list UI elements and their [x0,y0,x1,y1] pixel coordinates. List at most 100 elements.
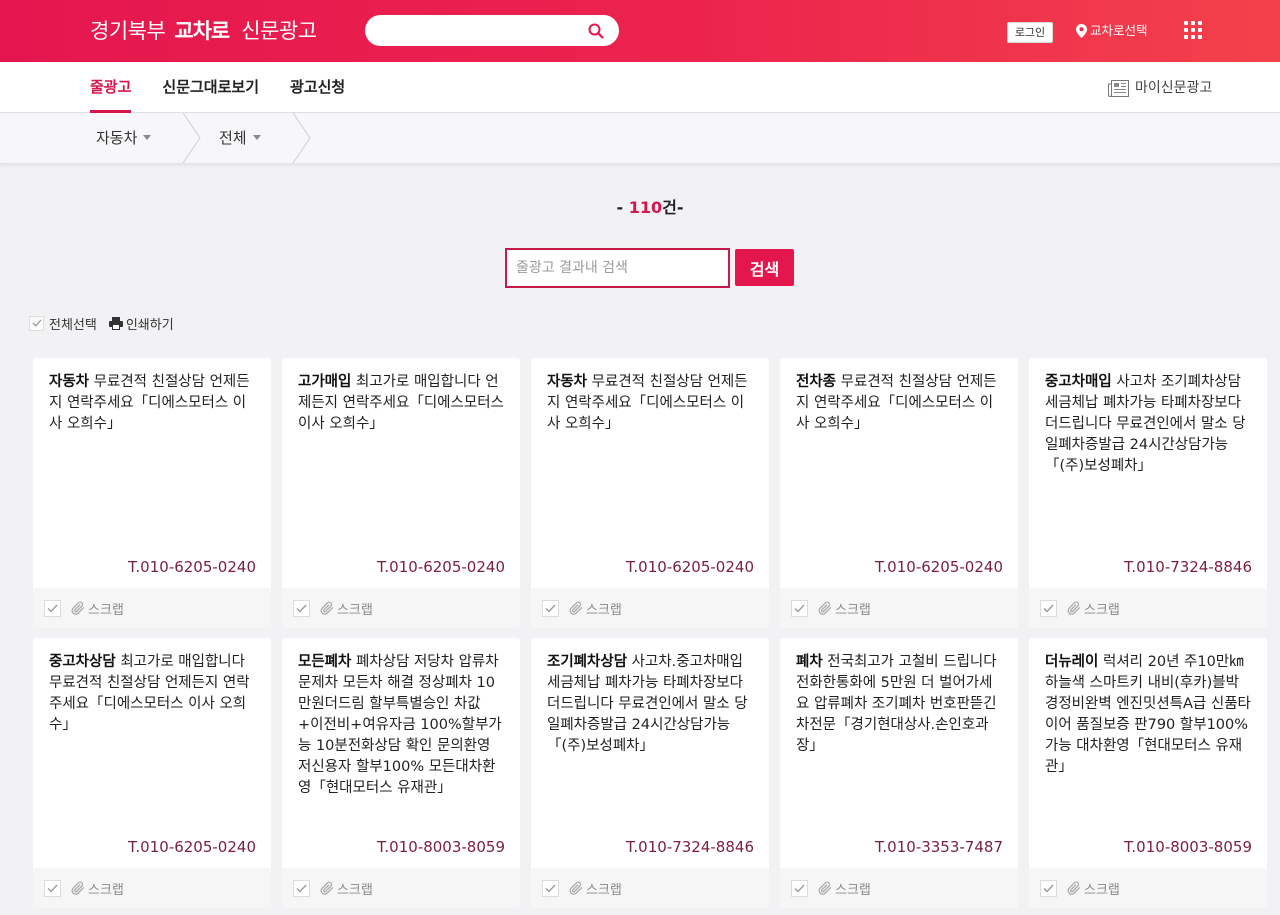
ad-text: 중고차상담 최고가로 매입합니다 무료견적 친절상담 언제든지 연락 주세요「디… [49,652,256,736]
my-newspaper-ads-link[interactable]: 마이신문광고 [1108,78,1212,98]
ad-card[interactable]: 중고차매입 사고차 조기폐차상담 세금체납 폐차가능 타폐차장보다 더드립니다 … [1029,358,1267,628]
select-all-checkbox[interactable] [29,315,44,331]
check-icon [545,884,556,893]
ad-select-checkbox[interactable] [542,879,559,897]
breadcrumb-subcategory-dropdown[interactable]: 전체 [219,113,261,163]
ad-phone[interactable]: T.010-6205-0240 [377,557,505,577]
scrap-button[interactable]: 스크랩 [320,599,373,618]
ad-select-checkbox[interactable] [1040,879,1057,897]
ad-card[interactable]: 전차종 무료견적 친절상담 언제든지 연락주세요「디에스모터스 이사 오희수」 … [780,358,1018,628]
result-search-input[interactable] [505,248,730,288]
ad-category: 고가매입 [298,374,352,390]
ad-phone[interactable]: T.010-7324-8846 [1124,557,1252,577]
result-count-prefix: - [616,198,629,217]
map-pin-icon [1076,24,1087,38]
ad-card[interactable]: 중고차상담 최고가로 매입합니다 무료견적 친절상담 언제든지 연락 주세요「디… [33,638,271,908]
ad-card-footer: 스크랩 [1029,588,1267,628]
ad-card-body[interactable]: 고가매입 최고가로 매입합니다 언제든지 연락주세요「디에스모터스 이사 오희수… [282,358,520,588]
ad-card-body[interactable]: 폐차 전국최고가 고철비 드립니다 전화한통화에 5만원 더 벌어가세요 압류폐… [780,638,1018,868]
ad-card-footer: 스크랩 [282,868,520,908]
ad-phone[interactable]: T.010-8003-8059 [377,837,505,857]
ad-phone[interactable]: T.010-6205-0240 [626,557,754,577]
paperclip-icon [569,881,583,895]
scrap-button[interactable]: 스크랩 [1067,879,1120,898]
scrap-button[interactable]: 스크랩 [71,879,124,898]
page: 경기북부 교차로 신문광고 로그인 교차로선택 줄광고 신문그대로보기 광고신청 마… [0,0,1280,915]
breadcrumb-subcategory-label: 전체 [219,129,247,147]
ad-select-checkbox[interactable] [1040,599,1057,617]
ad-card[interactable]: 자동차 무료견적 친절상담 언제든지 연락주세요「디에스모터스 이사 오희수」 … [33,358,271,628]
scrap-label: 스크랩 [586,602,622,618]
ad-select-checkbox[interactable] [44,879,61,897]
ad-card[interactable]: 폐차 전국최고가 고철비 드립니다 전화한통화에 5만원 더 벌어가세요 압류폐… [780,638,1018,908]
scrap-label: 스크랩 [1084,882,1120,898]
ad-card-body[interactable]: 모든폐차 폐차상담 저당차 압류차 문제차 모든차 해결 정상폐차 10만원더드… [282,638,520,868]
grid-menu-icon[interactable] [1184,21,1202,39]
paperclip-icon [71,881,85,895]
result-count-suffix: 건- [662,198,684,217]
scrap-button[interactable]: 스크랩 [818,599,871,618]
ad-phone[interactable]: T.010-6205-0240 [875,557,1003,577]
ad-card-footer: 스크랩 [33,588,271,628]
ad-phone[interactable]: T.010-7324-8846 [626,837,754,857]
scrap-button[interactable]: 스크랩 [818,879,871,898]
ad-text: 전차종 무료견적 친절상담 언제든지 연락주세요「디에스모터스 이사 오희수」 [796,372,1003,435]
scrap-button[interactable]: 스크랩 [569,879,622,898]
scrap-label: 스크랩 [586,882,622,898]
ad-select-checkbox[interactable] [791,599,808,617]
ad-card-body[interactable]: 더뉴레이 럭셔리 20년 주10만㎞ 하늘색 스마트키 내비(후카)블박 경정비… [1029,638,1267,868]
ad-text: 폐차 전국최고가 고철비 드립니다 전화한통화에 5만원 더 벌어가세요 압류폐… [796,652,1003,757]
ad-phone[interactable]: T.010-6205-0240 [128,557,256,577]
breadcrumb-category-label: 자동차 [96,129,138,147]
paperclip-icon [1067,881,1081,895]
ad-category: 폐차 [796,654,823,670]
ad-select-checkbox[interactable] [44,599,61,617]
ad-card[interactable]: 고가매입 최고가로 매입합니다 언제든지 연락주세요「디에스모터스 이사 오희수… [282,358,520,628]
ad-phone[interactable]: T.010-8003-8059 [1124,837,1252,857]
ad-description: 폐차상담 저당차 압류차 문제차 모든차 해결 정상폐차 10만원더드림 할부특… [298,654,502,796]
tab-line-ads[interactable]: 줄광고 [90,62,132,113]
scrap-button[interactable]: 스크랩 [320,879,373,898]
check-icon [296,604,307,613]
header-search-input[interactable] [379,20,579,41]
breadcrumb-category-dropdown[interactable]: 자동차 [96,113,152,163]
ad-card-body[interactable]: 중고차매입 사고차 조기폐차상담 세금체납 폐차가능 타폐차장보다 더드립니다 … [1029,358,1267,588]
select-all-toggle[interactable]: 전체선택 [29,314,97,333]
ad-category: 모든폐차 [298,654,352,670]
ad-card[interactable]: 더뉴레이 럭셔리 20년 주10만㎞ 하늘색 스마트키 내비(후카)블박 경정비… [1029,638,1267,908]
site-logo[interactable]: 경기북부 교차로 신문광고 [90,17,317,45]
ad-card[interactable]: 자동차 무료견적 친절상담 언제든지 연락주세요「디에스모터스 이사 오희수」 … [531,358,769,628]
paperclip-icon [569,601,583,615]
ad-card-footer: 스크랩 [780,868,1018,908]
ad-phone[interactable]: T.010-6205-0240 [128,837,256,857]
scrap-label: 스크랩 [88,602,124,618]
ad-text: 자동차 무료견적 친절상담 언제든지 연락주세요「디에스모터스 이사 오희수」 [547,372,754,435]
location-select-button[interactable]: 교차로선택 [1076,22,1148,40]
scrap-button[interactable]: 스크랩 [1067,599,1120,618]
ad-card-body[interactable]: 자동차 무료견적 친절상담 언제든지 연락주세요「디에스모터스 이사 오희수」 … [33,358,271,588]
print-button[interactable]: 인쇄하기 [108,314,174,333]
ad-card[interactable]: 모든폐차 폐차상담 저당차 압류차 문제차 모든차 해결 정상폐차 10만원더드… [282,638,520,908]
ad-select-checkbox[interactable] [542,599,559,617]
ad-card-body[interactable]: 자동차 무료견적 친절상담 언제든지 연락주세요「디에스모터스 이사 오희수」 … [531,358,769,588]
scrap-label: 스크랩 [88,882,124,898]
paperclip-icon [818,601,832,615]
ad-card-body[interactable]: 전차종 무료견적 친절상담 언제든지 연락주세요「디에스모터스 이사 오희수」 … [780,358,1018,588]
check-icon [32,319,41,327]
tab-ad-request[interactable]: 광고신청 [290,62,345,113]
search-icon[interactable] [588,23,604,39]
caret-down-icon [252,135,261,140]
ad-card[interactable]: 조기폐차상담 사고차.중고차매입 세금체납 폐차가능 타폐차장보다 더드립니다 … [531,638,769,908]
scrap-button[interactable]: 스크랩 [71,599,124,618]
ad-phone[interactable]: T.010-3353-7487 [875,837,1003,857]
ad-select-checkbox[interactable] [791,879,808,897]
ad-select-checkbox[interactable] [293,879,310,897]
scrap-button[interactable]: 스크랩 [569,599,622,618]
ad-card-body[interactable]: 중고차상담 최고가로 매입합니다 무료견적 친절상담 언제든지 연락 주세요「디… [33,638,271,868]
ad-card-body[interactable]: 조기폐차상담 사고차.중고차매입 세금체납 폐차가능 타폐차장보다 더드립니다 … [531,638,769,868]
scrap-label: 스크랩 [835,602,871,618]
result-search-button[interactable]: 검색 [735,249,794,286]
login-button[interactable]: 로그인 [1007,22,1053,43]
ad-select-checkbox[interactable] [293,599,310,617]
tab-newspaper-view[interactable]: 신문그대로보기 [162,62,259,113]
